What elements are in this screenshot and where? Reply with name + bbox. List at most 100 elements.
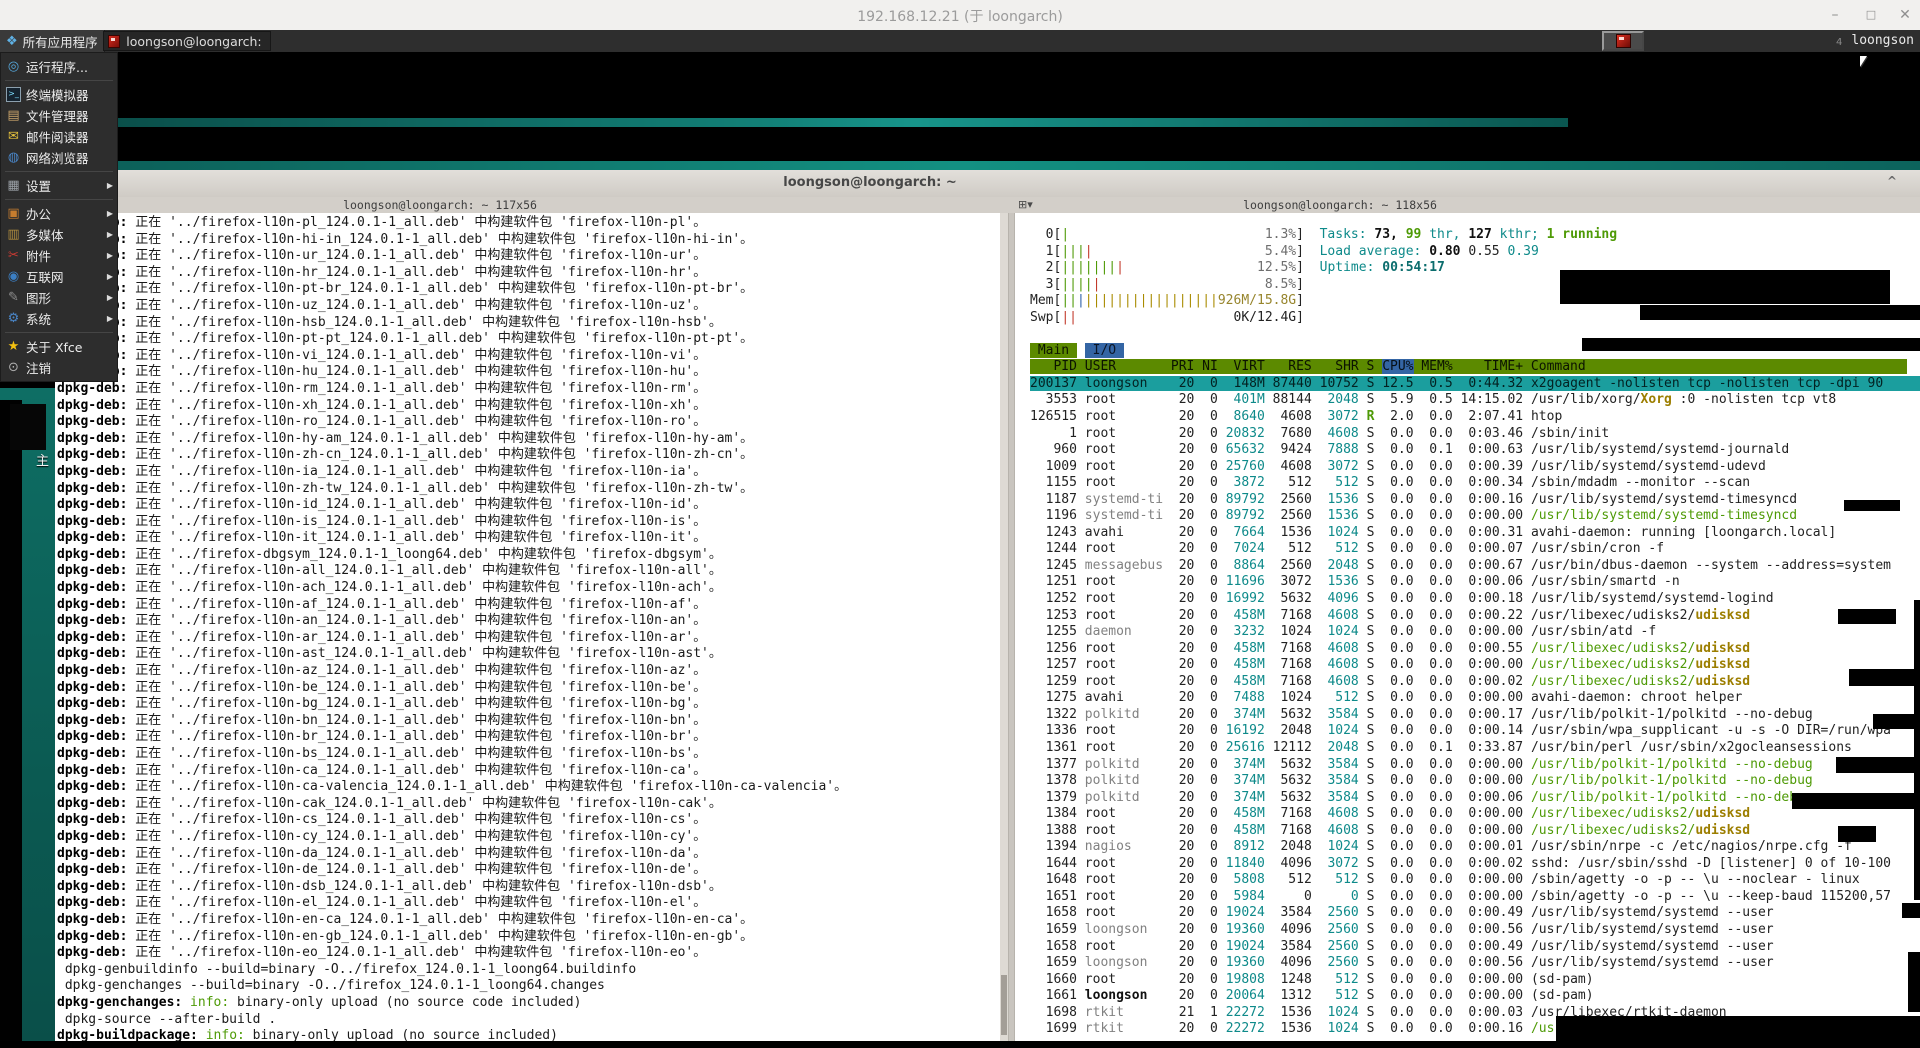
htop-row: 1644 root 20 0 11840 4096 3072 S 0.0 0.0… — [1030, 856, 1891, 871]
dpkg-terminal-pane[interactable]: dpkg-deb: 正在 '../firefox-l10n-pl_124.0.1… — [55, 213, 1000, 1041]
menu-item-internet[interactable]: 互联网▶ — [1, 266, 117, 287]
remote-viewer-titlebar[interactable]: 192.168.12.21 (于 loongarch) – □ ✕ — [0, 0, 1920, 31]
submenu-arrow-icon: ▶ — [107, 293, 113, 302]
systray-terminal-button[interactable] — [1602, 31, 1644, 51]
left-pane-title[interactable]: loongson@loongarch: ~ 117x56 — [280, 198, 600, 212]
systray-terminal-icon — [1616, 34, 1631, 48]
menu-item-label: 运行程序... — [26, 57, 88, 76]
desktop-icon-label: 主 — [36, 450, 49, 469]
desktop-home-icon[interactable] — [10, 404, 46, 450]
menu-item-run[interactable]: 运行程序... — [1, 56, 117, 77]
menu-item-label: 办公 — [26, 204, 51, 223]
menu-item-multimedia[interactable]: 多媒体 ▶ — [1, 224, 117, 245]
redaction-box — [1838, 826, 1876, 842]
close-icon[interactable]: ✕ — [1892, 4, 1918, 26]
htop-row: 1336 root 20 0 16192 2048 1024 S 0.0 0.0… — [1030, 723, 1891, 738]
desktop-teal-band-upper — [116, 118, 1568, 127]
htop-row: 200137 loongson 20 0 148M 87440 10752 S … — [1030, 376, 1920, 391]
htop-row: 1378 polkitd 20 0 374M 5632 3584 S 0.0 0… — [1030, 773, 1813, 788]
redaction-box — [1849, 669, 1920, 686]
menu-item-terminal[interactable]: 终端模拟器 — [1, 84, 117, 105]
maximize-icon[interactable]: □ — [1858, 4, 1884, 26]
menu-item-settings[interactable]: 设置▶ — [1, 175, 117, 196]
htop-row: 1659 loongson 20 0 19360 4096 2560 S 0.0… — [1030, 955, 1774, 970]
submenu-arrow-icon: ▶ — [107, 230, 113, 239]
redaction-box — [1914, 600, 1920, 900]
remote-viewer-title: 192.168.12.21 (于 loongarch) — [0, 6, 1920, 26]
xfce-logo-icon: ❖ — [6, 35, 18, 48]
window-title: loongson@loongarch: ~ — [730, 175, 1010, 190]
menu-item-label: 附件 — [26, 246, 51, 265]
redaction-box — [1582, 338, 1920, 351]
htop-row: 1651 root 20 0 5984 0 0 S 0.0 0.0 0:00.0… — [1030, 889, 1891, 904]
submenu-arrow-icon: ▶ — [107, 209, 113, 218]
rollup-icon[interactable]: ^ — [1887, 174, 1897, 188]
redaction-box — [1640, 305, 1920, 320]
menu-item-system[interactable]: 系统▶ — [1, 308, 117, 329]
redaction-box — [1792, 793, 1920, 809]
htop-row: 1384 root 20 0 458M 7168 4608 S 0.0 0.0 … — [1030, 806, 1750, 821]
right-pane-title[interactable]: loongson@loongarch: ~ 118x56 — [1180, 198, 1500, 212]
menu-item-accessories[interactable]: 附件 ▶ — [1, 245, 117, 266]
pane-divider[interactable] — [1008, 213, 1015, 1041]
pane-titlebars: loongson@loongarch: ~ 117x56 ⊞▾ loongson… — [55, 197, 1920, 214]
menu-item-label: 网络浏览器 — [26, 148, 89, 167]
htop-row: 1187 systemd-ti 20 0 89792 2560 1536 S 0… — [1030, 492, 1797, 507]
menu-item-graphics[interactable]: 图形▶ — [1, 287, 117, 308]
file-manager-icon — [6, 108, 21, 123]
system-icon — [6, 311, 21, 326]
menu-item-label: 终端模拟器 — [26, 85, 89, 104]
run-icon — [6, 59, 21, 74]
internet-icon — [6, 269, 21, 284]
menu-item-label: 关于 Xfce — [26, 337, 83, 356]
mail-icon — [6, 129, 21, 144]
mouse-cursor — [1860, 56, 1867, 67]
terminal-icon — [6, 87, 21, 102]
htop-row: 1244 root 20 0 7024 512 512 S 0.0 0.0 0:… — [1030, 541, 1664, 556]
submenu-arrow-icon: ▶ — [107, 314, 113, 323]
submenu-arrow-icon: ▶ — [107, 251, 113, 260]
htop-row: 1648 root 20 0 5808 512 512 S 0.0 0.0 0:… — [1030, 872, 1860, 887]
menu-item-office[interactable]: 办公 ▶ — [1, 203, 117, 224]
htop-row: 1379 polkitd 20 0 374M 5632 3584 S 0.0 0… — [1030, 790, 1813, 805]
redaction-box — [1844, 500, 1900, 511]
htop-row: 1009 root 20 0 25760 4608 3072 S 0.0 0.0… — [1030, 459, 1766, 474]
htop-row: 1658 root 20 0 19024 3584 2560 S 0.0 0.0… — [1030, 905, 1774, 920]
menu-item-web-browser[interactable]: 网络浏览器 — [1, 147, 117, 168]
menu-item-mail[interactable]: 邮件阅读器 — [1, 126, 117, 147]
htop-row: 1245 messagebus 20 0 8864 2560 2048 S 0.… — [1030, 558, 1891, 573]
htop-row: 1253 root 20 0 458M 7168 4608 S 0.0 0.0 … — [1030, 608, 1750, 623]
menu-item-logout[interactable]: 注销 — [1, 357, 117, 378]
menu-item-label: 多媒体 — [26, 225, 64, 244]
about-icon — [6, 339, 21, 354]
window-titlebar[interactable]: loongson@loongarch: ~ ^ — [55, 170, 1920, 198]
htop-row: 1196 systemd-ti 20 0 89792 2560 1536 S 0… — [1030, 508, 1797, 523]
terminal-icon — [108, 35, 120, 48]
menu-item-file-manager[interactable]: 文件管理器 — [1, 105, 117, 126]
left-pane-scrollbar[interactable] — [1000, 213, 1008, 1041]
split-grid-icon[interactable]: ⊞▾ — [1018, 198, 1033, 211]
htop-row: 960 root 20 0 65632 9424 7888 S 0.0 0.1 … — [1030, 442, 1789, 457]
minimize-icon[interactable]: – — [1822, 4, 1848, 26]
redaction-box — [1836, 757, 1920, 773]
redaction-box — [1838, 609, 1896, 624]
redaction-box — [1560, 270, 1890, 304]
htop-row: 1322 polkitd 20 0 374M 5632 3584 S 0.0 0… — [1030, 707, 1813, 722]
htop-row: 1377 polkitd 20 0 374M 5632 3584 S 0.0 0… — [1030, 757, 1813, 772]
menu-separator — [5, 171, 113, 172]
menu-item-about[interactable]: 关于 Xfce — [1, 336, 117, 357]
htop-row: 126515 root 20 0 8640 4608 3072 R 2.0 0.… — [1030, 409, 1562, 424]
redaction-box — [22, 1041, 1920, 1048]
taskbar-terminal-button[interactable]: loongson@loongarch: ~ — [103, 31, 271, 51]
htop-row: 1394 nagios 20 0 8912 2048 1024 S 0.0 0.… — [1030, 839, 1852, 854]
taskbar-terminal-label: loongson@loongarch: ~ — [126, 34, 266, 49]
menu-item-label: 文件管理器 — [26, 106, 89, 125]
submenu-arrow-icon: ▶ — [107, 181, 113, 190]
menu-separator — [5, 199, 113, 200]
scrollbar-thumb[interactable] — [1001, 975, 1007, 1035]
web-browser-icon — [6, 150, 21, 165]
menu-item-label: 邮件阅读器 — [26, 127, 89, 146]
desktop-dark-edge — [0, 400, 22, 1041]
applications-menu-button[interactable]: ❖ 所有应用程序 — [0, 30, 105, 52]
xfce-panel: ❖ 所有应用程序 loongson@loongarch: ~ 4 loongso… — [0, 30, 1920, 52]
